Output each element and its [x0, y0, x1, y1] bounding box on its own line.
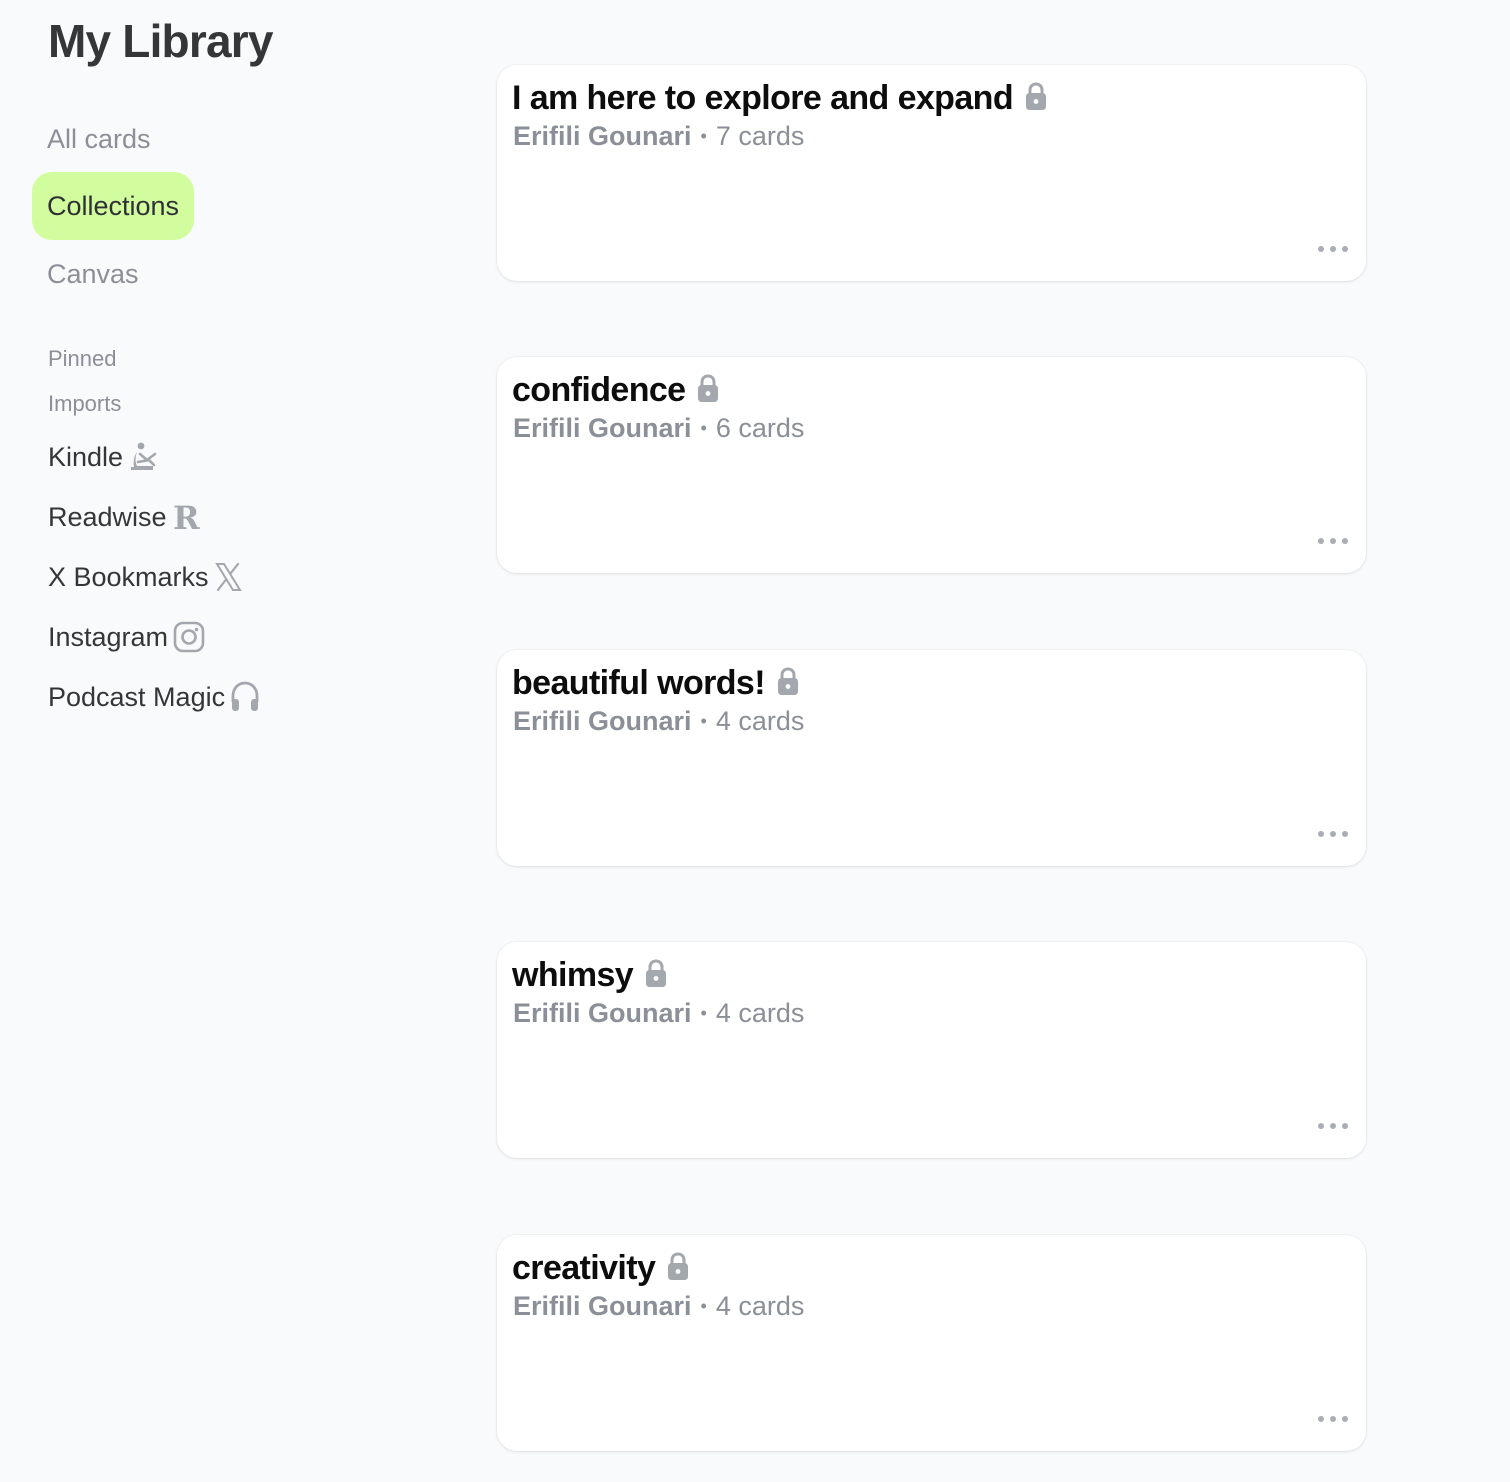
nav-canvas[interactable]: Canvas — [32, 240, 154, 308]
import-x-bookmarks[interactable]: X Bookmarks — [48, 557, 243, 597]
collection-card-count: 7 cards — [715, 121, 805, 151]
svg-text:R: R — [173, 501, 200, 533]
import-podcast-magic[interactable]: Podcast Magic — [48, 677, 261, 717]
page-title: My Library — [48, 15, 273, 67]
collection-author[interactable]: Erifili Gounari — [513, 121, 692, 152]
import-kindle-label: Kindle — [48, 441, 124, 472]
meta-separator: • — [700, 711, 707, 731]
collection-author[interactable]: Erifili Gounari — [513, 1291, 692, 1322]
collection-meta: Erifili Gounari • 4 cards — [513, 998, 804, 1029]
import-instagram[interactable]: Instagram — [48, 617, 206, 657]
more-options-icon[interactable] — [1318, 1409, 1348, 1429]
collection-card[interactable]: confidence Erifili Gounari • 6 cards — [497, 357, 1366, 573]
more-options-icon[interactable] — [1318, 1116, 1348, 1136]
lock-icon — [1024, 81, 1048, 111]
instagram-icon — [172, 620, 206, 654]
lock-icon — [666, 1251, 690, 1281]
collection-card-count: 6 cards — [715, 413, 805, 443]
lock-icon — [644, 958, 668, 988]
import-x-bookmarks-label: X Bookmarks — [48, 561, 209, 592]
nav-all-cards[interactable]: All cards — [32, 105, 166, 173]
kindle-reader-icon — [127, 440, 161, 474]
readwise-r-icon: R — [171, 501, 201, 533]
collection-author[interactable]: Erifili Gounari — [513, 706, 692, 737]
more-options-icon[interactable] — [1318, 531, 1348, 551]
nav-collections[interactable]: Collections — [32, 172, 195, 240]
more-options-icon[interactable] — [1318, 824, 1348, 844]
collection-card[interactable]: creativity Erifili Gounari • 4 cards — [497, 1235, 1366, 1451]
collection-author[interactable]: Erifili Gounari — [513, 413, 692, 444]
headphones-icon — [229, 680, 261, 714]
collection-title-row: I am here to explore and expand — [512, 79, 1048, 118]
collection-card-count: 4 cards — [715, 998, 805, 1028]
collection-title-row: whimsy — [512, 956, 668, 995]
import-kindle[interactable]: Kindle — [48, 437, 161, 477]
collection-author[interactable]: Erifili Gounari — [513, 998, 692, 1029]
collection-title-row: confidence — [512, 371, 720, 410]
collection-title: creativity — [512, 1249, 656, 1287]
pinned-section-label[interactable]: Pinned — [48, 346, 117, 372]
import-podcast-magic-label: Podcast Magic — [48, 681, 226, 712]
collection-title: I am here to explore and expand — [512, 79, 1014, 117]
collection-meta: Erifili Gounari • 4 cards — [513, 706, 804, 737]
imports-section-label: Imports — [48, 391, 122, 416]
meta-separator: • — [700, 126, 707, 146]
collection-card-count: 4 cards — [715, 1291, 805, 1321]
lock-icon — [776, 666, 800, 696]
collection-title-row: beautiful words! — [512, 664, 800, 703]
collection-card[interactable]: whimsy Erifili Gounari • 4 cards — [497, 942, 1366, 1158]
meta-separator: • — [700, 418, 707, 438]
collection-card[interactable]: I am here to explore and expand Erifili … — [497, 65, 1366, 281]
meta-separator: • — [700, 1003, 707, 1023]
collection-title: whimsy — [512, 956, 634, 994]
collection-title-row: creativity — [512, 1249, 690, 1288]
collection-card-count: 4 cards — [715, 706, 805, 736]
collection-meta: Erifili Gounari • 4 cards — [513, 1291, 804, 1322]
import-instagram-label: Instagram — [48, 621, 169, 652]
meta-separator: • — [700, 1296, 707, 1316]
collection-card[interactable]: beautiful words! Erifili Gounari • 4 car… — [497, 650, 1366, 866]
collection-title: confidence — [512, 371, 686, 409]
import-readwise-label: Readwise — [48, 501, 167, 532]
lock-icon — [696, 373, 720, 403]
collection-meta: Erifili Gounari • 6 cards — [513, 413, 804, 444]
more-options-icon[interactable] — [1318, 239, 1348, 259]
collection-title: beautiful words! — [512, 664, 766, 702]
collection-meta: Erifili Gounari • 7 cards — [513, 121, 804, 152]
import-readwise[interactable]: Readwise R — [48, 497, 201, 537]
x-logo-icon — [213, 561, 243, 593]
